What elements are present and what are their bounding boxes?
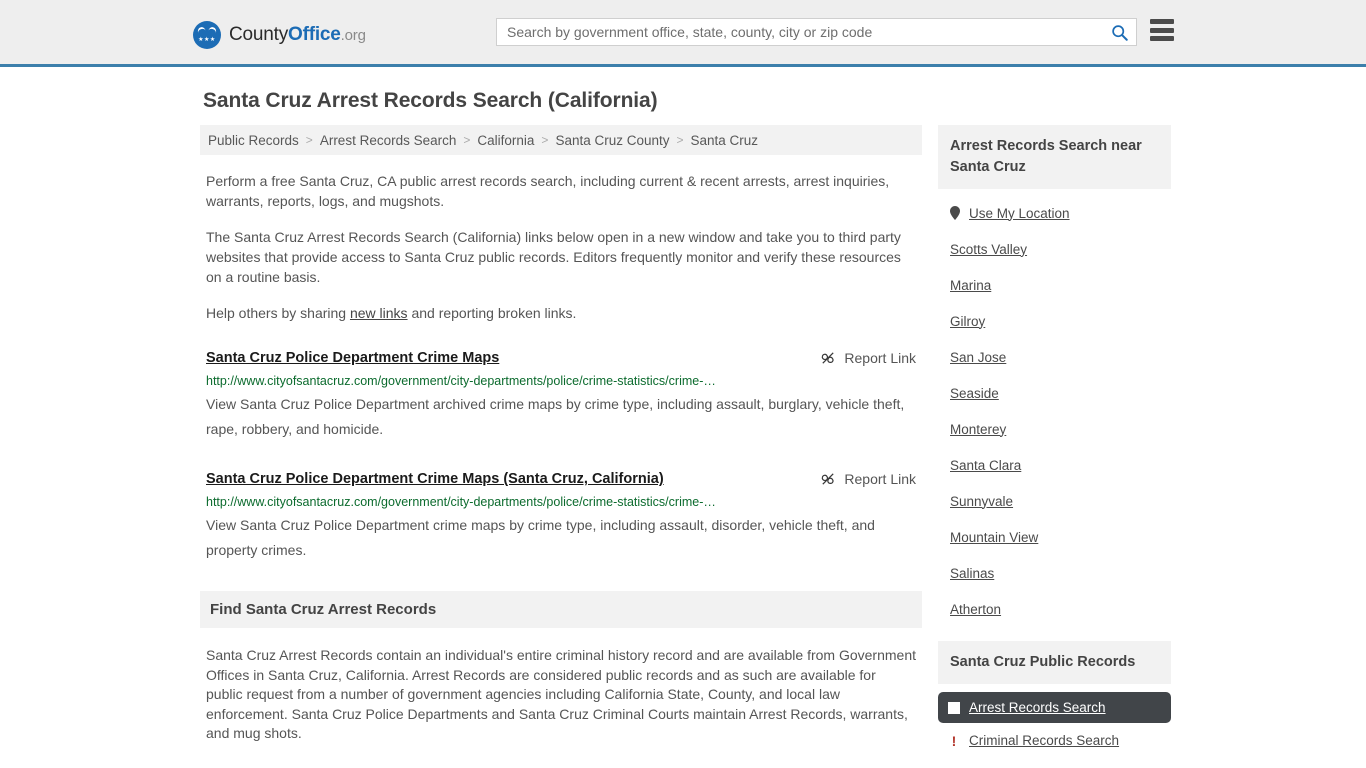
sidebar-city-monterey[interactable]: Monterey	[950, 422, 1006, 437]
breadcrumb: Public Records > Arrest Records Search >…	[200, 125, 922, 155]
public-records-title: Santa Cruz Public Records	[938, 641, 1171, 684]
hamburger-bar	[1150, 36, 1174, 41]
stars-glyph: ★★★	[198, 37, 216, 43]
use-my-location-link[interactable]: Use My Location	[969, 206, 1070, 221]
find-records-heading-bar: Find Santa Cruz Arrest Records	[200, 591, 922, 628]
site-header: ★★★ CountyOffice.org	[0, 0, 1366, 67]
find-records-body: Santa Cruz Arrest Records contain an ind…	[200, 646, 922, 768]
sidebar: Arrest Records Search near Santa Cruz Us…	[938, 125, 1171, 758]
find-records-heading: Find Santa Cruz Arrest Records	[210, 601, 437, 618]
public-record-label[interactable]: Criminal Records Search	[969, 733, 1119, 748]
intro-paragraph-1: Perform a free Santa Cruz, CA public arr…	[206, 173, 890, 209]
brand-word-office: Office	[288, 24, 341, 45]
broken-link-icon	[822, 352, 835, 364]
result-header: Santa Cruz Police Department Crime Maps …	[206, 349, 916, 368]
county-office-emblem-icon: ★★★	[193, 21, 221, 49]
brand-word-county: County	[229, 24, 289, 45]
sidebar-city-row[interactable]: Sunnyvale	[950, 483, 1159, 519]
search-icon	[1111, 24, 1128, 41]
hamburger-bar	[1150, 19, 1174, 24]
use-my-location-row[interactable]: Use My Location	[950, 195, 1159, 231]
sidebar-city-salinas[interactable]: Salinas	[950, 566, 994, 581]
sidebar-city-row[interactable]: Scotts Valley	[950, 231, 1159, 267]
result-item: Santa Cruz Police Department Crime Maps …	[206, 349, 916, 442]
sidebar-city-row[interactable]: Santa Clara	[950, 447, 1159, 483]
sidebar-city-scotts-valley[interactable]: Scotts Valley	[950, 242, 1027, 257]
search-bar[interactable]	[496, 18, 1137, 46]
exclamation-icon: !	[951, 732, 957, 749]
share-text-after: and reporting broken links.	[407, 305, 577, 321]
site-logo[interactable]: ★★★ CountyOffice.org	[193, 21, 366, 49]
find-records-subheading: Find Santa Cruz Arrest Records, includin…	[206, 764, 916, 768]
intro-paragraph-3: Help others by sharing new links and rep…	[206, 303, 916, 323]
sidebar-city-marina[interactable]: Marina	[950, 278, 991, 293]
intro-text: Perform a free Santa Cruz, CA public arr…	[200, 171, 922, 323]
sidebar-city-atherton[interactable]: Atherton	[950, 602, 1001, 617]
report-link-label: Report Link	[844, 471, 916, 487]
page-title: Santa Cruz Arrest Records Search (Califo…	[203, 89, 658, 112]
find-records-paragraph: Santa Cruz Arrest Records contain an ind…	[206, 647, 917, 741]
sidebar-city-row[interactable]: Gilroy	[950, 303, 1159, 339]
broken-link-icon	[822, 473, 835, 485]
sidebar-city-santa-clara[interactable]: Santa Clara	[950, 458, 1021, 473]
public-record-item-arrest-records-search[interactable]: Arrest Records Search	[938, 692, 1171, 723]
breadcrumb-item-santa-cruz[interactable]: Santa Cruz	[691, 133, 759, 148]
sidebar-city-row[interactable]: San Jose	[950, 339, 1159, 375]
brand-word-org: .org	[340, 27, 366, 44]
sidebar-city-row[interactable]: Monterey	[950, 411, 1159, 447]
brand-wordmark: CountyOffice.org	[229, 24, 366, 46]
breadcrumb-item-arrest-records-search[interactable]: Arrest Records Search	[320, 133, 457, 148]
sidebar-city-mountain-view[interactable]: Mountain View	[950, 530, 1038, 545]
sidebar-city-row[interactable]: Atherton	[950, 591, 1159, 627]
menu-button[interactable]	[1150, 19, 1174, 41]
result-title-link[interactable]: Santa Cruz Police Department Crime Maps …	[206, 470, 664, 489]
result-description: View Santa Cruz Police Department archiv…	[206, 396, 905, 437]
report-link-button[interactable]: Report Link	[820, 471, 916, 487]
public-record-label[interactable]: Arrest Records Search	[969, 700, 1106, 715]
sidebar-city-row[interactable]: Marina	[950, 267, 1159, 303]
nearby-search-title: Arrest Records Search near Santa Cruz	[938, 125, 1171, 189]
nearby-city-links: Use My Location Scotts Valley Marina Gil…	[938, 189, 1171, 627]
result-item: Santa Cruz Police Department Crime Maps …	[206, 470, 916, 563]
sidebar-city-gilroy[interactable]: Gilroy	[950, 314, 985, 329]
breadcrumb-item-santa-cruz-county[interactable]: Santa Cruz County	[555, 133, 669, 148]
content-columns: Public Records > Arrest Records Search >…	[0, 125, 1366, 768]
sidebar-city-row[interactable]: Seaside	[950, 375, 1159, 411]
public-record-item-criminal-records-search[interactable]: ! Criminal Records Search	[938, 725, 1171, 756]
sidebar-city-seaside[interactable]: Seaside	[950, 386, 999, 401]
search-button[interactable]	[1102, 19, 1136, 45]
sidebar-city-san-jose[interactable]: San Jose	[950, 350, 1006, 365]
breadcrumb-separator: >	[676, 133, 684, 147]
results-list: Santa Cruz Police Department Crime Maps …	[200, 349, 922, 563]
new-links-link[interactable]: new links	[350, 305, 408, 321]
sidebar-city-row[interactable]: Mountain View	[950, 519, 1159, 555]
report-link-button[interactable]: Report Link	[820, 350, 916, 366]
search-input[interactable]	[497, 19, 1102, 45]
share-text-before: Help others by sharing	[206, 305, 350, 321]
breadcrumb-item-public-records[interactable]: Public Records	[208, 133, 299, 148]
result-url[interactable]: http://www.cityofsantacruz.com/governmen…	[206, 494, 916, 510]
report-link-label: Report Link	[844, 350, 916, 366]
map-pin-icon	[950, 206, 960, 220]
result-title-link[interactable]: Santa Cruz Police Department Crime Maps	[206, 349, 499, 368]
intro-paragraph-2: The Santa Cruz Arrest Records Search (Ca…	[206, 229, 901, 285]
breadcrumb-separator: >	[463, 133, 471, 147]
sidebar-city-row[interactable]: Salinas	[950, 555, 1159, 591]
main-column: Public Records > Arrest Records Search >…	[200, 125, 922, 768]
sidebar-city-sunnyvale[interactable]: Sunnyvale	[950, 494, 1013, 509]
result-header: Santa Cruz Police Department Crime Maps …	[206, 470, 916, 489]
square-icon	[948, 701, 960, 714]
public-records-list: Arrest Records Search ! Criminal Records…	[938, 692, 1171, 756]
breadcrumb-item-california[interactable]: California	[477, 133, 534, 148]
hamburger-bar	[1150, 27, 1174, 33]
breadcrumb-separator: >	[305, 133, 313, 147]
result-description: View Santa Cruz Police Department crime …	[206, 517, 875, 558]
result-url[interactable]: http://www.cityofsantacruz.com/governmen…	[206, 373, 916, 389]
breadcrumb-separator: >	[541, 133, 549, 147]
